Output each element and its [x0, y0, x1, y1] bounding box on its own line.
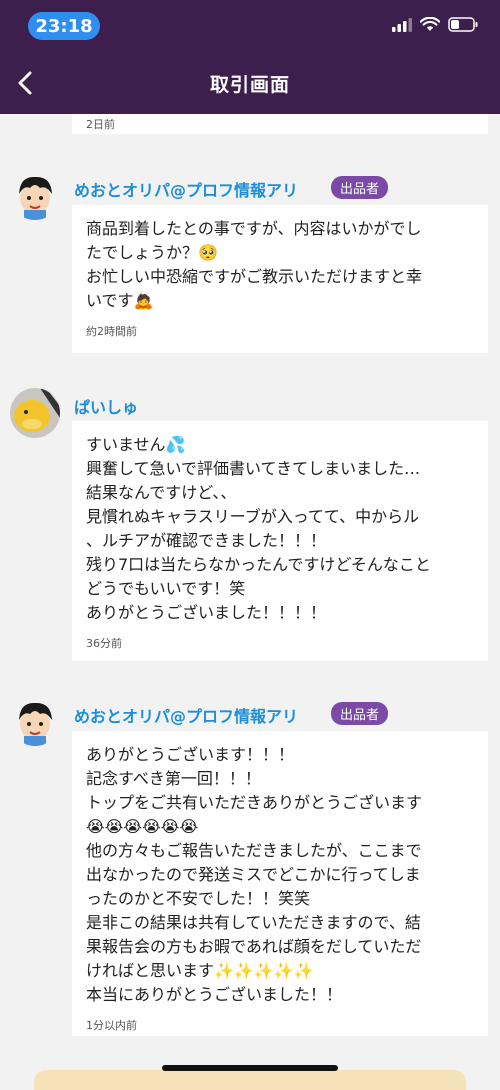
- message-time: 2日前: [86, 118, 115, 131]
- message-list[interactable]: 2日前 めおとオリパ@プロフ情報アリ 出品者 商品到着したとの事ですが、内容はい…: [0, 114, 500, 1080]
- page-title: 取引画面: [209, 74, 290, 96]
- sender-name[interactable]: めおとオリパ@プロフ情報アリ: [74, 177, 298, 201]
- message-time: 1分以内前: [86, 1019, 137, 1032]
- sender-name[interactable]: ぱいしゅ: [74, 394, 138, 418]
- message-text: すいません💦 興奮して急いで評価書いてきてしまいました… 結果なんですけど、、 …: [86, 435, 431, 622]
- message-time: 約2時間前: [86, 325, 137, 338]
- message-bubble: 商品到着したとの事ですが、内容はいかがでし たでしょうか？🥺 お忙しい中恐縮です…: [72, 205, 488, 353]
- bottom-action-strip[interactable]: [34, 1070, 466, 1090]
- message-time: 36分前: [86, 637, 122, 650]
- sender-name[interactable]: めおとオリパ@プロフ情報アリ: [74, 703, 298, 727]
- battery-icon: [448, 17, 478, 32]
- message-text: ありがとうございます！！！ 記念すべき第一回！！！ トップをご共有いただきありが…: [86, 745, 423, 1004]
- seller-badge: 出品者: [331, 702, 389, 725]
- cellular-signal-icon: [392, 17, 412, 32]
- message-text: 商品到着したとの事ですが、内容はいかがでし たでしょうか？🥺 お忙しい中恐縮です…: [86, 219, 423, 310]
- navigation-bar: 取引画面: [0, 50, 500, 114]
- avatar[interactable]: [10, 388, 60, 438]
- status-icons: [392, 17, 478, 32]
- status-time: 23:18: [28, 12, 100, 40]
- home-indicator: [162, 1065, 338, 1071]
- message-bubble-partial: 2日前: [72, 114, 488, 134]
- status-bar: 23:18: [0, 0, 500, 50]
- seller-badge: 出品者: [331, 176, 389, 199]
- message-bubble: すいません💦 興奮して急いで評価書いてきてしまいました… 結果なんですけど、、 …: [72, 421, 488, 661]
- avatar[interactable]: [10, 696, 60, 746]
- avatar[interactable]: [10, 170, 60, 220]
- wifi-icon: [420, 17, 440, 31]
- message-bubble: ありがとうございます！！！ 記念すべき第一回！！！ トップをご共有いただきありが…: [72, 731, 488, 1036]
